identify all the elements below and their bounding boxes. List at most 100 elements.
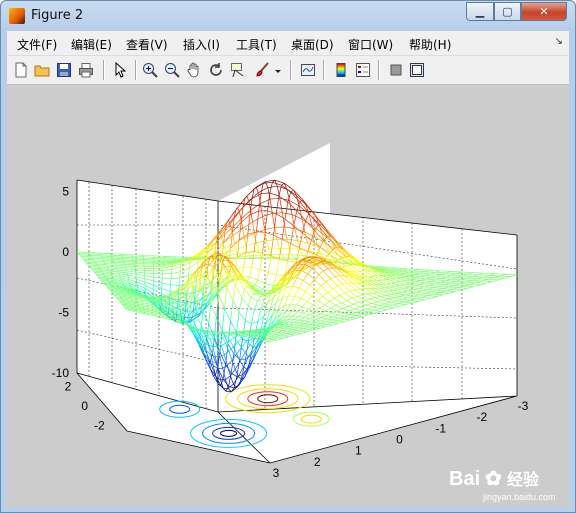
mesh-line [163, 261, 174, 263]
minimize-button[interactable]: ▁ [466, 2, 494, 21]
title-bar[interactable]: Figure 2 ▁ ▢ ✕ [1, 1, 575, 31]
tick-label: -10 [52, 366, 70, 380]
menu-desktop[interactable]: 桌面(D) [291, 36, 334, 53]
save-icon[interactable] [55, 61, 73, 79]
brush-dropdown-icon[interactable] [273, 61, 283, 79]
mesh-line [179, 316, 181, 318]
mesh-line [128, 279, 130, 282]
mesh-line [129, 285, 131, 288]
brush-icon[interactable] [253, 61, 271, 79]
pan-hand-icon[interactable] [185, 61, 203, 79]
tick-label: 0 [396, 433, 403, 447]
mesh-line [105, 262, 115, 265]
figure-canvas[interactable]: 5 0 -5 -10 2 0 -2 -3 -2 -1 0 1 2 3 Bai ✿ 经验 jingyan.b… [7, 85, 569, 507]
mesh-line [162, 301, 164, 304]
menu-window[interactable]: 窗口(W) [348, 36, 393, 53]
maximize-button[interactable]: ▢ [494, 2, 521, 21]
mesh-line [122, 259, 124, 262]
mesh-line [132, 292, 134, 294]
mesh-line [132, 255, 144, 258]
menu-bar: 文件(F) 编辑(E) 查看(V) 插入(I) 工具(T) 桌面(D) 窗口(W… [7, 31, 569, 56]
show-plot-tools-icon[interactable] [408, 61, 426, 79]
mesh-line [170, 278, 172, 285]
tick-label: 1 [355, 444, 362, 458]
rotate-3d-icon[interactable] [207, 61, 225, 79]
mesh-line [169, 293, 171, 295]
zoom-out-icon[interactable] [163, 61, 181, 79]
mesh-line [483, 276, 495, 278]
tick-label: 2 [314, 455, 321, 469]
tick-label: 5 [62, 184, 69, 198]
paw-icon: ✿ [485, 468, 502, 490]
mesh-line [164, 295, 166, 298]
mesh-line [134, 294, 136, 296]
mesh-line [138, 305, 140, 308]
mesh-line [124, 265, 126, 268]
figure-toolbar [7, 56, 569, 85]
toolbar-separator [290, 60, 291, 80]
mesh-line [256, 231, 266, 233]
mesh-line [181, 260, 184, 263]
mesh-line [363, 279, 369, 282]
mesh-line [114, 262, 125, 264]
mesh-line [125, 265, 135, 267]
mesh-line [218, 257, 221, 260]
window-title: Figure 2 [31, 8, 84, 23]
print-icon[interactable] [77, 61, 95, 79]
menu-insert[interactable]: 插入(I) [183, 36, 220, 53]
mesh-line [230, 331, 236, 333]
mesh-line [136, 299, 138, 302]
mesh-line [126, 272, 128, 276]
mesh-line [483, 272, 496, 275]
mesh-line [121, 256, 123, 259]
menu-help[interactable]: 帮助(H) [409, 36, 451, 53]
hide-plot-tools-icon[interactable] [387, 61, 405, 79]
mesh-line [130, 288, 133, 291]
mesh-line [153, 264, 164, 266]
tick-label: 2 [65, 380, 72, 394]
new-figure-icon[interactable] [12, 61, 30, 79]
surface-plot[interactable]: 50-5-1020-2-3-2-10123 Bai ✿ 经验 jingyan.b… [7, 85, 569, 507]
mesh-line [127, 274, 129, 278]
mesh-line [184, 259, 187, 261]
select-arrow-icon[interactable] [111, 61, 129, 79]
open-file-icon[interactable] [33, 61, 51, 79]
mesh-line [137, 303, 140, 306]
tick-label: 0 [81, 399, 88, 413]
zoom-in-icon[interactable] [141, 61, 159, 79]
mesh-line [120, 253, 133, 256]
mesh-line [135, 298, 138, 300]
mesh-line [124, 264, 126, 267]
colorbar-icon[interactable] [332, 61, 350, 79]
mesh-line [172, 263, 174, 265]
link-plot-icon[interactable] [299, 61, 317, 79]
data-cursor-icon[interactable] [229, 61, 247, 79]
mesh-line [125, 269, 127, 272]
mesh-line [120, 254, 122, 256]
watermark: Bai ✿ 经验 jingyan.baidu.com [449, 468, 556, 502]
mesh-line [123, 262, 134, 264]
menu-tools[interactable]: 工具(T) [236, 36, 277, 53]
mesh-line [102, 258, 113, 260]
watermark-brand: Bai [449, 468, 480, 490]
tick-label: 0 [62, 245, 69, 259]
menu-file[interactable]: 文件(F) [17, 36, 57, 53]
mesh-line [125, 267, 127, 270]
watermark-url: jingyan.baidu.com [482, 492, 556, 502]
toolbar-separator [323, 60, 324, 80]
mesh-line [142, 254, 155, 257]
mesh-line [100, 255, 112, 257]
menu-dock-arrow-icon[interactable]: ↘ [555, 36, 563, 47]
mesh-line [152, 304, 158, 306]
legend-icon[interactable] [354, 61, 372, 79]
mesh-line [292, 315, 299, 317]
mesh-line [192, 257, 194, 259]
menu-edit[interactable]: 编辑(E) [71, 36, 112, 53]
tick-label: -3 [518, 399, 529, 413]
close-button[interactable]: ✕ [521, 2, 567, 21]
mesh-line [162, 273, 172, 275]
mesh-line [131, 290, 133, 292]
toolbar-separator [135, 60, 136, 80]
toolbar-separator [103, 60, 104, 80]
menu-view[interactable]: 查看(V) [126, 36, 168, 53]
